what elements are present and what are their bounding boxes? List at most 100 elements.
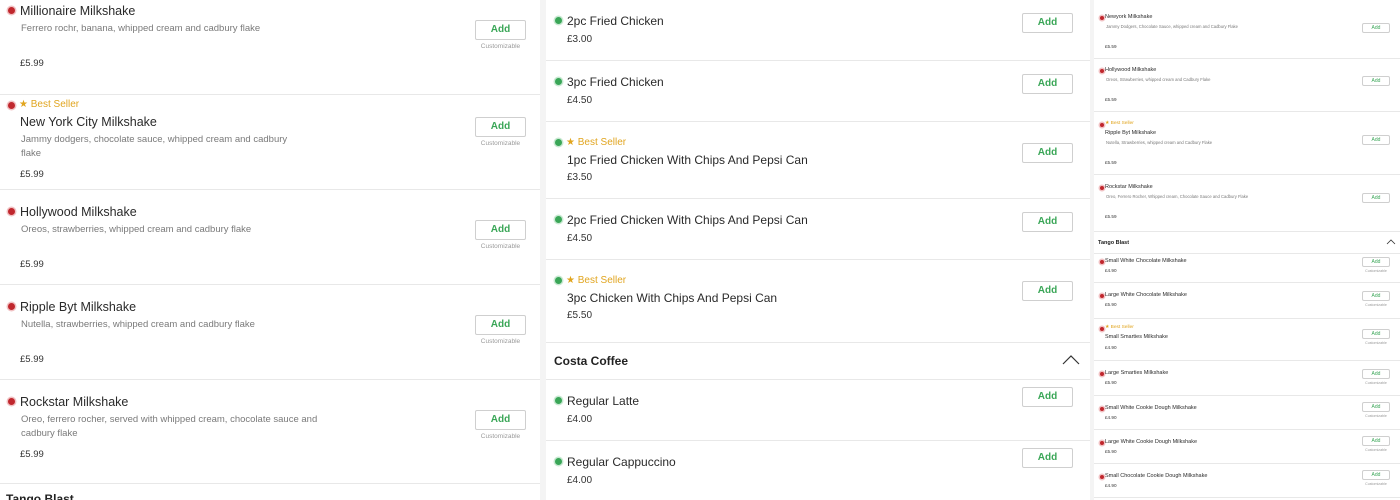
star-icon: ★ <box>1105 121 1110 126</box>
item-name: Rockstar Milkshake <box>1105 184 1153 190</box>
add-button[interactable]: Add <box>1362 470 1390 480</box>
customizable-label: Customizable <box>1365 303 1387 307</box>
item-name: Hollywood Milkshake <box>20 205 137 219</box>
add-button[interactable]: Add <box>1362 135 1390 145</box>
best-seller-label: Best Seller <box>1110 325 1134 330</box>
add-button[interactable]: Add <box>1362 436 1390 446</box>
nonveg-dot-icon <box>8 102 15 109</box>
veg-dot-icon <box>555 397 562 404</box>
item-name: Ripple Byt Milkshake <box>20 300 137 314</box>
item-price: £4.90 <box>1105 345 1117 350</box>
item-price: £3.00 <box>567 34 593 45</box>
customizable-label: Customizable <box>1365 269 1387 273</box>
add-button[interactable]: Add <box>1362 402 1390 412</box>
best-seller-label: Best Seller <box>577 137 627 148</box>
veg-dot-icon <box>555 78 562 85</box>
item-price: £5.99 <box>20 169 44 180</box>
menu-item: ★ Best Seller 3pc Chicken With Chips And… <box>546 260 1090 343</box>
add-button[interactable]: Add <box>1022 212 1073 232</box>
add-button[interactable]: Add <box>475 20 526 40</box>
section-title: Costa Coffee <box>554 354 629 368</box>
menu-item: Newyork Milkshake Jammy Dodgers, Chocola… <box>1094 6 1400 59</box>
star-icon: ★ <box>566 137 575 148</box>
item-description: Ferrero rochr, banana, whipped cream and… <box>21 23 261 34</box>
add-button[interactable]: Add <box>1022 13 1073 33</box>
item-name: Small White Chocolate Milkshake <box>1105 258 1187 264</box>
item-price: £5.99 <box>20 354 44 365</box>
customizable-label: Customizable <box>1365 414 1387 418</box>
customizable-label: Customizable <box>1365 482 1387 486</box>
add-button[interactable]: Add <box>1022 281 1073 301</box>
add-button[interactable]: Add <box>475 220 526 240</box>
menu-item: ★ Best Seller Small Smarties Milkshake £… <box>1094 319 1400 361</box>
item-price: £3.50 <box>567 172 593 183</box>
add-button[interactable]: Add <box>1362 257 1390 267</box>
best-seller-badge: ★ Best Seller <box>1105 121 1134 126</box>
menu-item: Large White Chocolate Milkshake £5.90 Ad… <box>1094 283 1400 319</box>
chevron-up-icon[interactable] <box>1062 354 1080 365</box>
item-name: Regular Cappuccino <box>567 455 676 469</box>
nonveg-dot-icon <box>1100 475 1104 479</box>
veg-dot-icon <box>555 458 562 465</box>
nonveg-dot-icon <box>8 208 15 215</box>
best-seller-label: Best Seller <box>577 275 627 286</box>
add-button[interactable]: Add <box>1022 143 1073 163</box>
add-button[interactable]: Add <box>1362 76 1390 86</box>
item-price: £5.90 <box>1105 302 1117 307</box>
item-name: Large White Chocolate Milkshake <box>1105 292 1187 298</box>
item-name: Ripple Byt Milkshake <box>1105 130 1157 136</box>
nonveg-dot-icon <box>1100 372 1104 376</box>
item-price: £5.59 <box>1105 97 1117 102</box>
add-button[interactable]: Add <box>1022 387 1073 407</box>
item-name: 3pc Fried Chicken <box>567 75 664 89</box>
best-seller-badge: ★ Best Seller <box>566 137 626 148</box>
star-icon: ★ <box>1105 325 1110 330</box>
nonveg-dot-icon <box>1100 294 1104 298</box>
menu-item: ★ Best Seller Ripple Byt Milkshake Nutel… <box>1094 112 1400 175</box>
add-button[interactable]: Add <box>1022 74 1073 94</box>
item-price: £5.59 <box>1105 160 1117 165</box>
veg-dot-icon <box>555 216 562 223</box>
nonveg-dot-icon <box>1100 260 1104 264</box>
add-button[interactable]: Add <box>1362 369 1390 379</box>
menu-item: Hollywood Milkshake Oreos, strawberries,… <box>0 190 540 285</box>
nonveg-dot-icon <box>8 7 15 14</box>
customizable-label: Customizable <box>480 140 521 147</box>
item-name: Hollywood Milkshake <box>1105 67 1157 73</box>
star-icon: ★ <box>19 99 28 110</box>
item-price: £4.90 <box>1105 415 1117 420</box>
item-description: Oreos, Strawberries, whipped cream and C… <box>1106 77 1211 82</box>
add-button[interactable]: Add <box>1362 329 1390 339</box>
section-header-partial[interactable]: Tango Blast <box>0 484 540 500</box>
item-name: Newyork Milkshake <box>1105 14 1153 20</box>
customizable-label: Customizable <box>480 338 521 345</box>
add-button[interactable]: Add <box>1362 291 1390 301</box>
item-price: £5.99 <box>20 259 44 270</box>
add-button[interactable]: Add <box>475 117 526 137</box>
customizable-label: Customizable <box>480 243 521 250</box>
add-button[interactable]: Add <box>1362 23 1390 33</box>
add-button[interactable]: Add <box>475 410 526 430</box>
best-seller-label: Best Seller <box>30 99 80 110</box>
item-price: £5.59 <box>1105 44 1117 49</box>
item-price: £5.90 <box>1105 449 1117 454</box>
item-price: £4.50 <box>567 233 593 244</box>
add-button[interactable]: Add <box>1022 448 1073 468</box>
add-button[interactable]: Add <box>1362 193 1390 203</box>
section-header[interactable]: Costa Coffee <box>546 343 1090 380</box>
chevron-up-icon[interactable] <box>1386 238 1396 245</box>
menu-item: Regular Latte £4.00 Add <box>546 380 1090 441</box>
add-button[interactable]: Add <box>475 315 526 335</box>
item-name: 2pc Fried Chicken With Chips And Pepsi C… <box>567 213 808 227</box>
menu-item: 2pc Fried Chicken £3.00 Add <box>546 0 1090 61</box>
customizable-label: Customizable <box>1365 448 1387 452</box>
veg-dot-icon <box>555 277 562 284</box>
star-icon: ★ <box>566 275 575 286</box>
item-price: £4.90 <box>1105 268 1117 273</box>
section-header[interactable]: Tango Blast <box>1094 232 1400 254</box>
veg-dot-icon <box>555 17 562 24</box>
menu-item: Large Smarties Milkshake £5.90 Add Custo… <box>1094 361 1400 396</box>
item-price: £5.59 <box>1105 214 1117 219</box>
menu-item: Millionaire Milkshake Ferrero rochr, ban… <box>0 0 540 95</box>
item-name: Small Chocolate Cookie Dough Milkshake <box>1105 473 1208 479</box>
